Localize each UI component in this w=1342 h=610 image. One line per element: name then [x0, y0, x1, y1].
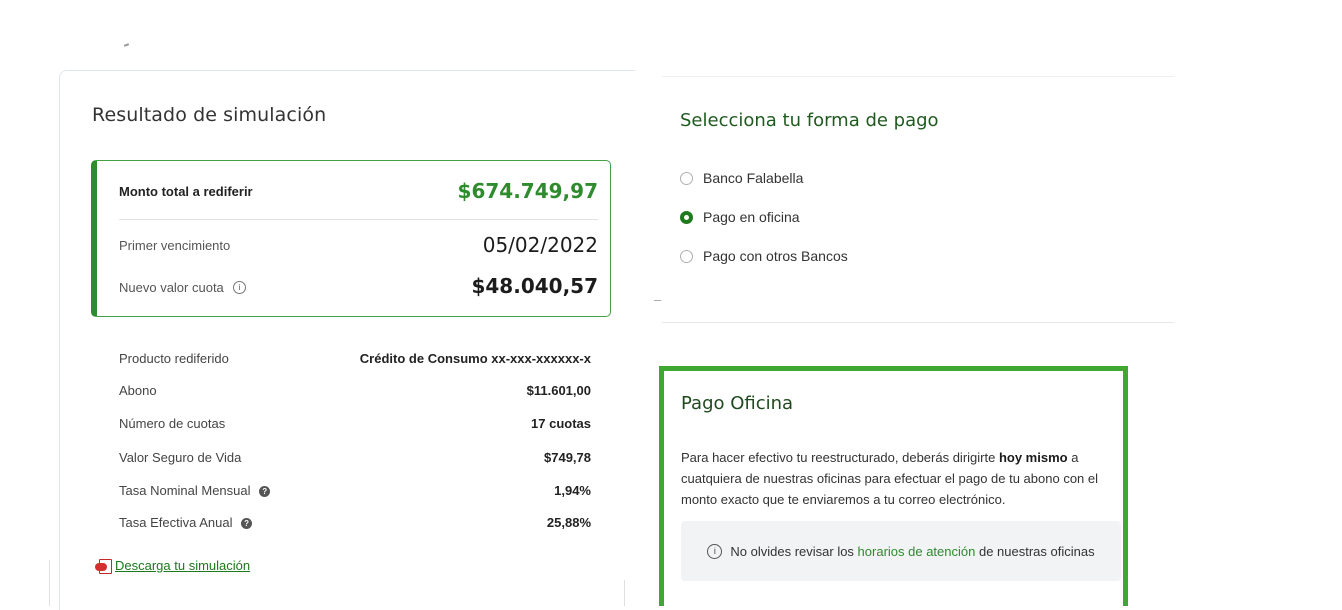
detail-value: $11.601,00 [526, 382, 591, 398]
first-due-value: 05/02/2022 [482, 233, 598, 257]
radio-option-pago-oficina[interactable]: Pago en oficina [680, 209, 800, 225]
radio-option-banco-falabella[interactable]: Banco Falabella [680, 170, 803, 186]
radio-button[interactable] [680, 249, 693, 263]
notice-text-before: No olvides revisar los [730, 543, 858, 559]
detail-label: Abono [119, 382, 157, 398]
detail-value: 25,88% [546, 514, 591, 530]
new-fee-label-group: Nuevo valor cuota i [119, 277, 246, 296]
instructions-text: Para hacer efectivo tu reestructurado, d… [681, 450, 999, 465]
notice-text-after: de nuestras oficinas [975, 543, 1095, 559]
schedule-notice: i No olvides revisar los horarios de ate… [681, 521, 1121, 581]
oficina-instructions: Para hacer efectivo tu reestructurado, d… [681, 447, 1121, 510]
radio-label: Banco Falabella [703, 170, 804, 186]
detail-row-tasa-efectiva: Tasa Efectiva Anual ? 25,88% [119, 512, 591, 532]
info-icon: i [707, 543, 723, 559]
detail-row-tasa-nominal: Tasa Nominal Mensual ? 1,94% [119, 480, 591, 500]
notice-text: No olvides revisar los horarios de atenc… [730, 544, 1094, 559]
detail-label: Número de cuotas [119, 415, 226, 431]
payment-title: Selecciona tu forma de pago [680, 110, 939, 131]
pago-oficina-panel: Pago Oficina Para hacer efectivo tu rees… [659, 366, 1128, 606]
new-fee-value: $48.040,57 [471, 274, 598, 298]
summary-divider [119, 219, 598, 220]
download-simulation[interactable]: Descarga tu simulación [95, 558, 250, 574]
total-label: Monto total a rediferir [119, 183, 253, 199]
detail-row-seguro: Valor Seguro de Vida $749,78 [119, 447, 591, 467]
radio-option-otros-bancos[interactable]: Pago con otros Bancos [680, 248, 848, 264]
first-due-label: Primer vencimiento [119, 237, 231, 253]
radio-label: Pago con otros Bancos [703, 248, 848, 264]
detail-label-group: Tasa Efectiva Anual ? [119, 514, 253, 530]
pdf-icon [95, 558, 112, 574]
radio-button-selected[interactable] [680, 210, 693, 224]
schedule-link[interactable]: horarios de atención [858, 544, 976, 559]
info-icon[interactable]: ? [241, 517, 253, 529]
detail-label-group: Tasa Nominal Mensual ? [119, 482, 271, 498]
detail-value: $749,78 [544, 449, 591, 465]
simulation-summary: Monto total a rediferir $674.749,97 Prim… [91, 160, 611, 317]
divider [49, 560, 50, 606]
instructions-emphasis: hoy mismo [998, 450, 1068, 465]
stray-mark [123, 43, 130, 47]
oficina-title: Pago Oficina [681, 393, 794, 414]
detail-label: Valor Seguro de Vida [119, 449, 242, 465]
total-value: $674.749,97 [457, 179, 598, 203]
radio-label: Pago en oficina [703, 209, 800, 225]
radio-button[interactable] [680, 171, 693, 185]
detail-label: Tasa Nominal Mensual [119, 482, 251, 498]
detail-value: 17 cuotas [531, 415, 591, 431]
new-fee-label: Nuevo valor cuota [119, 279, 224, 295]
new-fee-row: Nuevo valor cuota i $48.040,57 [119, 271, 598, 301]
download-link[interactable]: Descarga tu simulación [115, 558, 250, 573]
stray-mark [654, 300, 661, 301]
detail-row-cuotas: Número de cuotas 17 cuotas [119, 413, 591, 433]
detail-value: Crédito de Consumo xx-xxx-xxxxxx-x [359, 350, 591, 366]
info-icon[interactable]: i [232, 280, 246, 294]
simulation-title: Resultado de simulación [92, 104, 327, 126]
divider [624, 580, 625, 606]
detail-row-abono: Abono $11.601,00 [119, 380, 591, 400]
info-icon[interactable]: ? [259, 485, 271, 497]
detail-row-product: Producto rediferido Crédito de Consumo x… [119, 348, 591, 368]
detail-value: 1,94% [554, 482, 591, 498]
total-row: Monto total a rediferir $674.749,97 [119, 175, 598, 207]
first-due-row: Primer vencimiento 05/02/2022 [119, 231, 598, 259]
detail-label: Producto rediferido [119, 350, 229, 366]
detail-label: Tasa Efectiva Anual [119, 514, 233, 530]
divider [662, 76, 1174, 77]
divider [662, 322, 1174, 323]
